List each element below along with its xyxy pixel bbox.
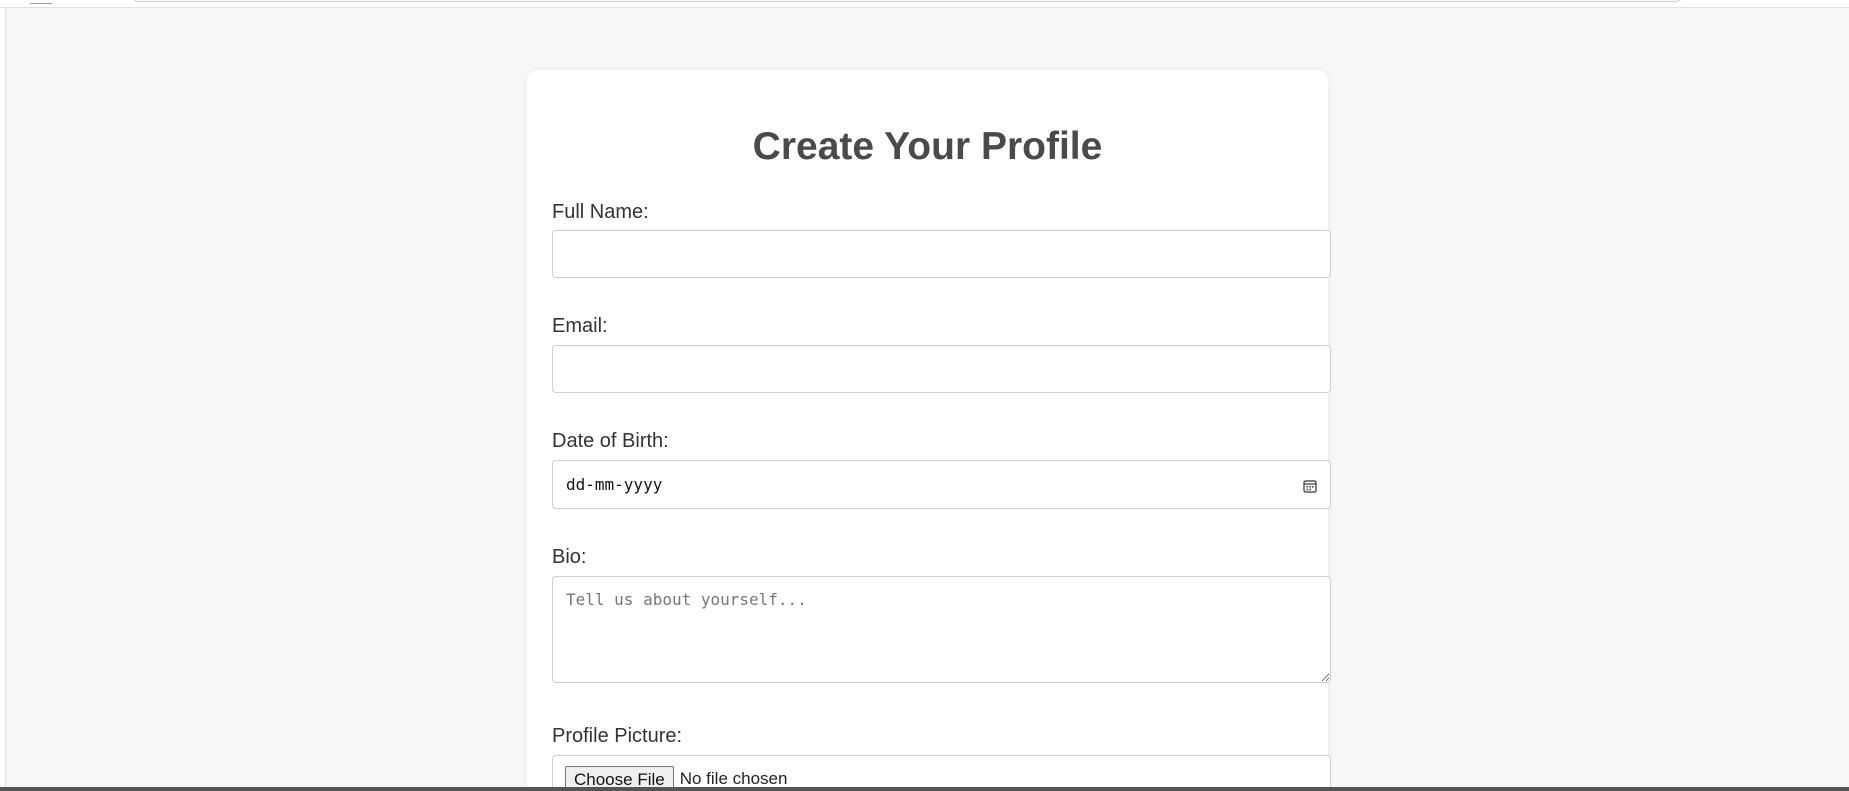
file-status: No file chosen — [679, 769, 788, 787]
email-input[interactable] — [552, 345, 1331, 393]
full-name-label: Full Name: — [552, 201, 649, 223]
bio-textarea[interactable] — [552, 576, 1331, 683]
profile-picture-input: Choose File No file chosen — [552, 755, 1331, 787]
page-title: Create Your Profile — [752, 125, 1103, 168]
page-viewport: Create Your Profile Full Name: Email: Da… — [5, 8, 1849, 787]
choose-file-button[interactable]: Choose File — [565, 765, 674, 787]
address-bar[interactable] — [132, 0, 1682, 2]
profile-picture-label: Profile Picture: — [552, 725, 683, 747]
browser-top-strip — [0, 0, 1849, 8]
profile-form-card: Create Your Profile Full Name: Email: Da… — [527, 70, 1331, 787]
tab-edge — [30, 0, 52, 4]
dob-value: dd-mm-yyyy — [566, 475, 663, 494]
bottom-edge — [0, 787, 1849, 791]
email-label: Email: — [552, 315, 608, 337]
calendar-icon[interactable] — [1303, 478, 1317, 493]
bio-label: Bio: — [552, 546, 587, 568]
dob-label: Date of Birth: — [552, 430, 669, 452]
dob-input[interactable]: dd-mm-yyyy — [552, 460, 1331, 509]
full-name-input[interactable] — [552, 230, 1331, 278]
